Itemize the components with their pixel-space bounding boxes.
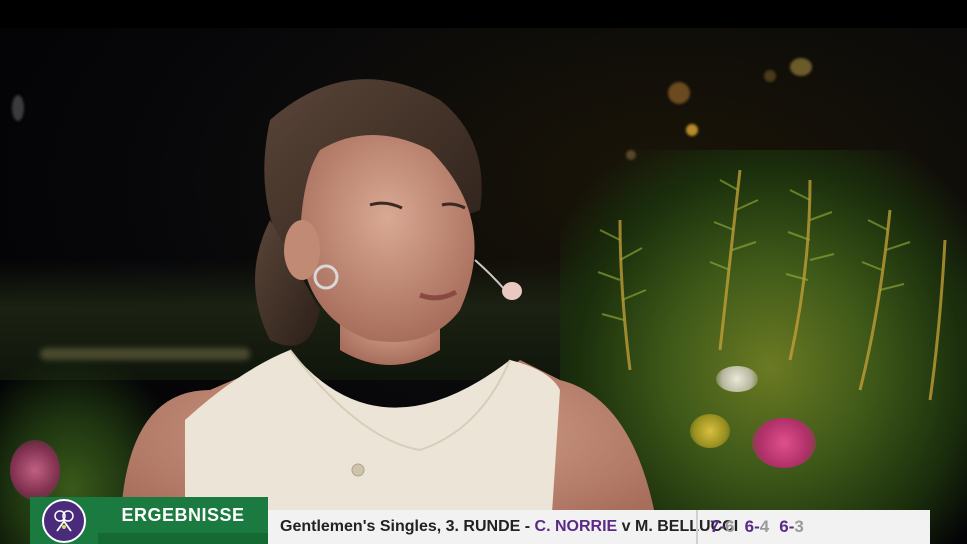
match-description: Gentlemen's Singles, 3. RUNDE - C. NORRI… — [268, 518, 738, 536]
yellow-leaf — [690, 414, 730, 448]
player-one-name: C. NORRIE — [534, 518, 618, 535]
video-frame — [0, 0, 967, 544]
bokeh-light — [668, 82, 690, 104]
section-label: ERGEBNISSE — [98, 497, 268, 533]
set-scores: 7-6 6-4 6-3 — [698, 517, 804, 537]
wimbledon-logo — [30, 497, 98, 544]
top-letterbox — [0, 0, 967, 28]
crossed-rackets-icon — [42, 498, 86, 543]
set-score: 7-6 — [710, 517, 735, 536]
score-lower-third: ERGEBNISSE Gentlemen's Singles, 3. RUNDE… — [30, 497, 930, 544]
white-flower — [716, 366, 758, 392]
event-round: Gentlemen's Singles, 3. RUNDE - — [280, 518, 531, 535]
pink-flower — [752, 418, 816, 468]
presenter — [120, 79, 660, 544]
label-footer — [98, 533, 268, 544]
bokeh-light — [12, 95, 24, 121]
versus-label: v — [621, 518, 631, 535]
set-score: 6-3 — [779, 517, 804, 536]
result-bar: Gentlemen's Singles, 3. RUNDE - C. NORRI… — [268, 510, 930, 544]
set-score: 6-4 — [744, 517, 770, 536]
bokeh-light — [790, 58, 812, 76]
bokeh-light — [686, 124, 698, 136]
bokeh-light — [764, 70, 776, 82]
pink-flower — [10, 440, 60, 500]
